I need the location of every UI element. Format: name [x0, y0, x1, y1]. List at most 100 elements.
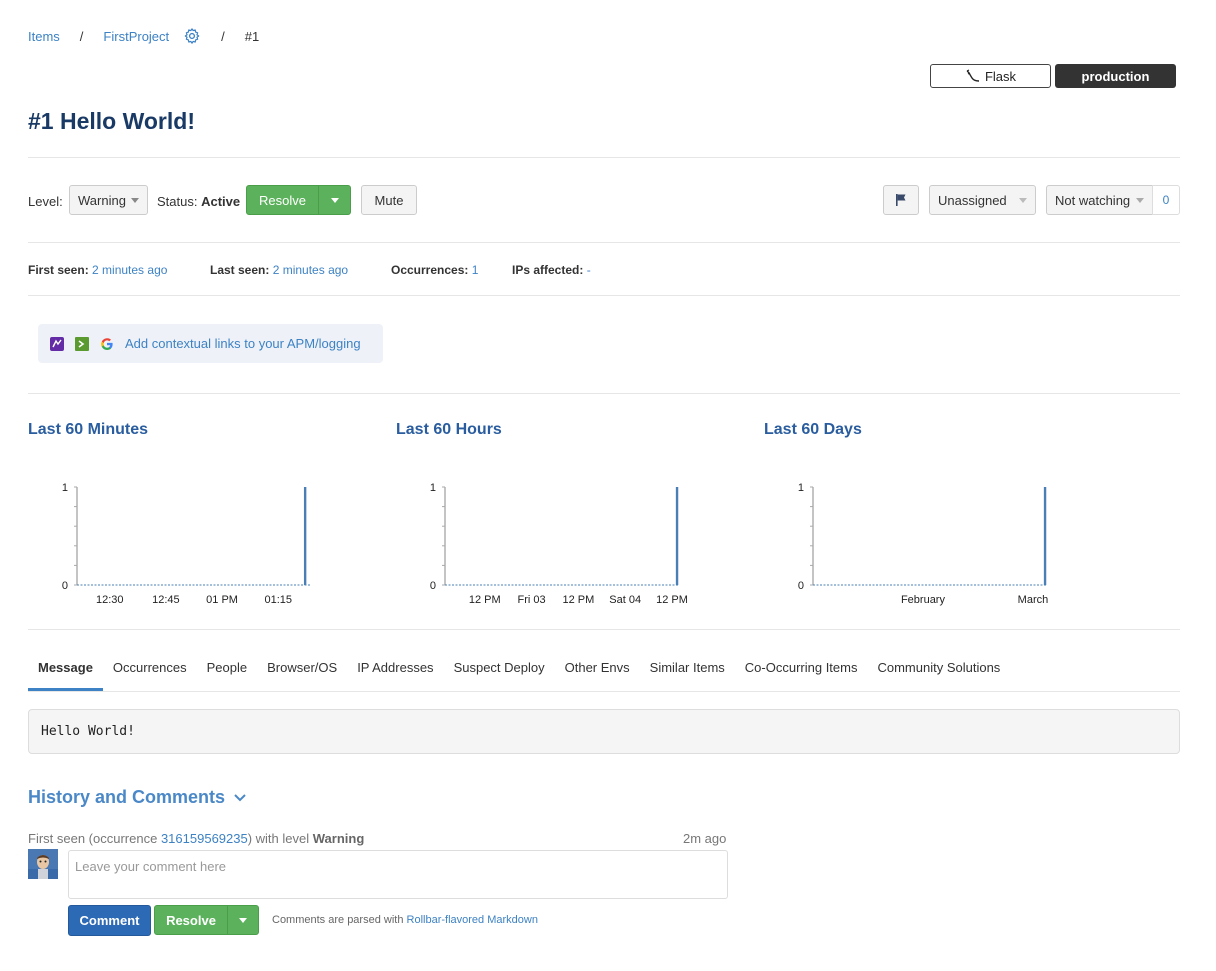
page-title: #1 Hello World! [28, 108, 195, 134]
caret-down-icon [239, 917, 247, 923]
chevron-down-icon [1019, 198, 1027, 203]
status-label: Status: Active [157, 194, 240, 209]
x-tick-label: Sat 04 [609, 594, 641, 606]
divider [28, 157, 1180, 158]
flask-icon [966, 69, 979, 82]
chart-last-60-days: 1 0 February March [798, 482, 1049, 606]
tab-similar-items[interactable]: Similar Items [640, 660, 735, 691]
tab-people[interactable]: People [197, 660, 257, 691]
history-prefix: First seen (occurrence [28, 831, 158, 846]
terminal-icon [75, 336, 89, 351]
history-toggle[interactable]: History and Comments [28, 787, 247, 808]
y-tick-label: 0 [430, 580, 436, 592]
first-seen-value[interactable]: 2 minutes ago [92, 263, 167, 277]
last-seen-stat: Last seen: 2 minutes ago [210, 263, 348, 277]
divider [28, 242, 1180, 243]
occurrences-value[interactable]: 1 [472, 263, 479, 277]
occurrences-label: Occurrences: [391, 263, 469, 277]
environment-button[interactable]: production [1055, 64, 1176, 88]
assignee-select[interactable]: Unassigned [929, 185, 1036, 215]
watch-value: Not watching [1055, 192, 1131, 208]
resolve-comment-button[interactable]: Resolve [154, 905, 228, 935]
mute-button[interactable]: Mute [361, 185, 417, 215]
y-tick-label: 1 [798, 482, 804, 494]
framework-label: Flask [984, 68, 1017, 84]
status-label-text: Status: [157, 194, 198, 209]
tab-ip-addresses[interactable]: IP Addresses [347, 660, 443, 691]
gear-icon[interactable] [183, 27, 201, 45]
resolve-comment-dropdown[interactable] [227, 905, 259, 935]
chart-last-60-minutes: 1 0 12:30 12:45 01 PM 01:15 [62, 482, 311, 606]
level-label: Level: [28, 194, 63, 209]
breadcrumb: Items / FirstProject / #1 [28, 28, 259, 44]
chart-bar [1043, 487, 1047, 585]
history-title: History and Comments [28, 787, 226, 807]
avatar [28, 849, 58, 879]
watch-select[interactable]: Not watching [1046, 185, 1153, 215]
markdown-note-text: Comments are parsed with [272, 914, 404, 926]
tab-browser-os[interactable]: Browser/OS [257, 660, 347, 691]
message-box: Hello World! [28, 709, 1180, 754]
tab-bar: Message Occurrences People Browser/OS IP… [28, 660, 1010, 691]
y-tick-label: 1 [62, 482, 68, 494]
markdown-link[interactable]: Rollbar-flavored Markdown [407, 914, 538, 926]
divider [28, 629, 1180, 630]
y-tick-label: 1 [430, 482, 436, 494]
chart-title-minutes: Last 60 Minutes [28, 421, 149, 438]
divider [28, 295, 1180, 296]
caret-down-icon [330, 197, 339, 203]
breadcrumb-separator: / [79, 28, 84, 44]
x-tick-label: Fri 03 [518, 594, 546, 606]
ips-value[interactable]: - [587, 263, 591, 277]
x-tick-label: 12:30 [96, 594, 124, 606]
chart-title-hours: Last 60 Hours [396, 421, 502, 438]
tab-community-solutions[interactable]: Community Solutions [867, 660, 1010, 691]
history-entry: First seen (occurrence 316159569235) wit… [28, 831, 364, 846]
datadog-icon [50, 336, 64, 351]
resolve-dropdown-button[interactable] [318, 185, 351, 215]
tab-message[interactable]: Message [28, 660, 103, 691]
comment-button[interactable]: Comment [68, 905, 151, 936]
first-seen-label: First seen: [28, 263, 89, 277]
assignee-value: Unassigned [938, 192, 1007, 208]
y-tick-label: 0 [798, 580, 804, 592]
history-timestamp: 2m ago [683, 831, 727, 846]
flag-button[interactable] [883, 185, 919, 215]
breadcrumb-items-link[interactable]: Items [28, 29, 60, 44]
chevron-down-icon [1136, 198, 1144, 203]
chart-last-60-hours: 1 0 12 PM Fri 03 12 PM Sat 04 12 PM [430, 482, 688, 606]
framework-button[interactable]: Flask [930, 64, 1051, 88]
status-value: Active [201, 194, 241, 209]
last-seen-label: Last seen: [210, 263, 270, 277]
level-select[interactable]: Warning [69, 185, 148, 215]
x-tick-label: 12:45 [152, 594, 180, 606]
divider [28, 393, 1180, 394]
tab-other-envs[interactable]: Other Envs [555, 660, 640, 691]
history-level: Warning [312, 831, 365, 846]
first-seen-stat: First seen: 2 minutes ago [28, 263, 167, 277]
x-tick-label: 01 PM [206, 594, 238, 606]
occurrence-link[interactable]: 316159569235 [161, 831, 248, 846]
comment-input[interactable]: Leave your comment here [68, 850, 728, 899]
markdown-note: Comments are parsed with Rollbar-flavore… [272, 914, 538, 926]
x-tick-label: February [901, 594, 946, 606]
breadcrumb-project-link[interactable]: FirstProject [103, 29, 169, 44]
chevron-down-icon [234, 793, 246, 801]
tab-occurrences[interactable]: Occurrences [103, 660, 197, 691]
breadcrumb-current-item: #1 [244, 28, 260, 44]
last-seen-value[interactable]: 2 minutes ago [273, 263, 348, 277]
watcher-count[interactable]: 0 [1152, 185, 1180, 215]
flag-icon [896, 194, 906, 206]
level-value: Warning [78, 192, 126, 208]
tab-suspect-deploy[interactable]: Suspect Deploy [444, 660, 555, 691]
x-tick-label: March [1018, 594, 1049, 606]
tab-co-occurring-items[interactable]: Co-Occurring Items [735, 660, 868, 691]
apm-link[interactable]: Add contextual links to your APM/logging [125, 336, 361, 351]
apm-links-box[interactable]: Add contextual links to your APM/logging [38, 324, 383, 363]
y-tick-label: 0 [62, 580, 68, 592]
chevron-down-icon [131, 198, 139, 203]
ips-stat: IPs affected: - [512, 263, 591, 277]
history-mid: ) with level [247, 831, 310, 846]
resolve-button[interactable]: Resolve [246, 185, 319, 215]
x-tick-label: 01:15 [264, 594, 292, 606]
